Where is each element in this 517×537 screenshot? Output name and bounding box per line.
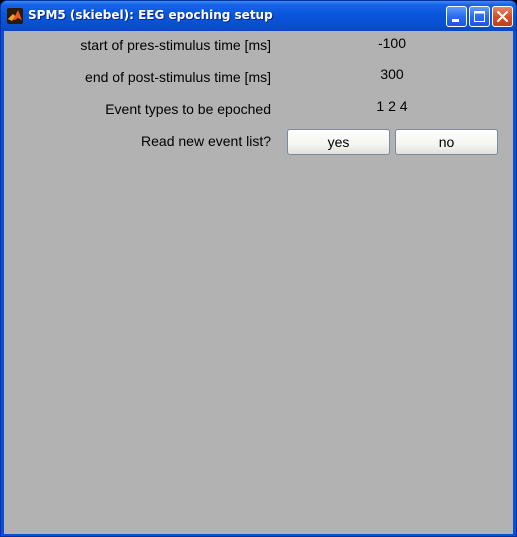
maximize-icon xyxy=(474,11,485,22)
no-button[interactable]: no xyxy=(395,129,498,155)
client-area: start of pres-stimulus time [ms] -100 en… xyxy=(4,31,513,534)
title-bar[interactable]: SPM5 (skiebel): EEG epoching setup xyxy=(1,1,516,31)
start-time-value: -100 xyxy=(377,35,407,51)
start-time-label: start of pres-stimulus time [ms] xyxy=(80,37,271,53)
event-types-label: Event types to be epoched xyxy=(105,101,271,117)
minimize-button[interactable] xyxy=(446,6,467,27)
maximize-button[interactable] xyxy=(469,6,490,27)
close-icon xyxy=(497,11,508,22)
event-types-value: 1 2 4 xyxy=(376,98,408,114)
matlab-logo-icon[interactable] xyxy=(7,8,23,24)
epoching-setup-window: SPM5 (skiebel): EEG epoching setup start… xyxy=(0,0,517,537)
read-event-list-label: Read new event list? xyxy=(141,133,271,149)
close-button[interactable] xyxy=(492,6,513,27)
minimize-icon xyxy=(452,19,459,22)
window-title: SPM5 (skiebel): EEG epoching setup xyxy=(28,8,273,22)
yes-button[interactable]: yes xyxy=(287,129,390,155)
end-time-label: end of post-stimulus time [ms] xyxy=(85,69,271,85)
end-time-value: 300 xyxy=(380,66,404,82)
